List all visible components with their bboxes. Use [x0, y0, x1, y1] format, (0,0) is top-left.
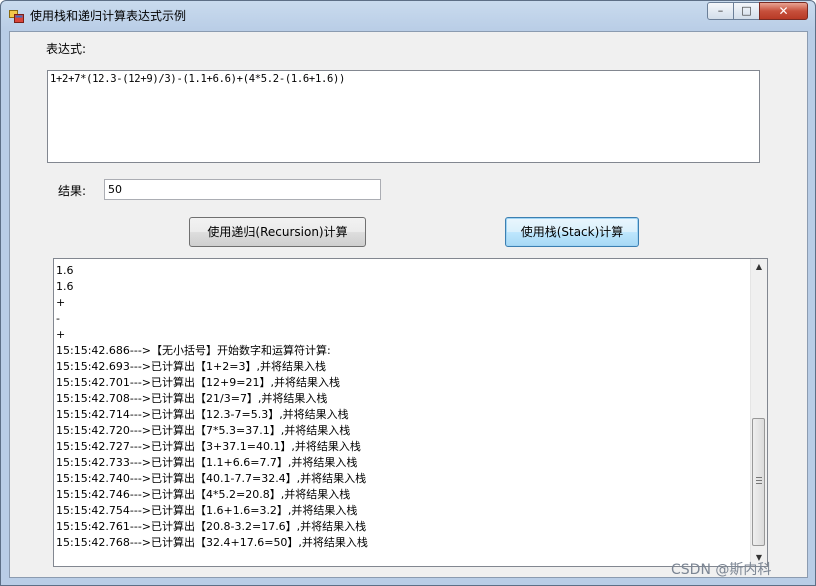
scroll-up-arrow-icon[interactable]: ▲	[751, 259, 767, 275]
log-line: 1.6	[56, 280, 74, 293]
log-line: 15:15:42.740--->已计算出【40.1-7.7=32.4】,并将结果…	[56, 472, 367, 485]
expression-label: 表达式:	[46, 42, 87, 56]
minimize-button[interactable]: –	[707, 2, 734, 20]
close-icon: ✕	[778, 4, 789, 18]
maximize-button[interactable]: □	[733, 2, 760, 20]
csdn-watermark: CSDN @斯内科	[671, 562, 772, 578]
log-line: 15:15:42.701--->已计算出【12+9=21】,并将结果入栈	[56, 376, 340, 389]
title-bar[interactable]: 使用栈和递归计算表达式示例 – □ ✕	[1, 1, 815, 29]
log-line: 15:15:42.746--->已计算出【4*5.2=20.8】,并将结果入栈	[56, 488, 351, 501]
log-line: 15:15:42.720--->已计算出【7*5.3=37.1】,并将结果入栈	[56, 424, 351, 437]
minimize-icon: –	[717, 4, 724, 17]
log-line: 15:15:42.754--->已计算出【1.6+1.6=3.2】,并将结果入栈	[56, 504, 358, 517]
result-textbox[interactable]: 50	[104, 179, 381, 200]
close-button[interactable]: ✕	[759, 2, 808, 20]
window-title: 使用栈和递归计算表达式示例	[30, 9, 187, 23]
app-window: 使用栈和递归计算表达式示例 – □ ✕ 表达式: 1+2+7*(12.3-(12…	[0, 0, 816, 586]
log-line: 15:15:42.761--->已计算出【20.8-3.2=17.6】,并将结果…	[56, 520, 367, 533]
grip-icon	[756, 477, 762, 484]
scrollbar-thumb[interactable]	[752, 418, 765, 546]
log-line: 1.6	[56, 264, 74, 277]
log-line: 15:15:42.714--->已计算出【12.3-7=5.3】,并将结果入栈	[56, 408, 349, 421]
recursion-calculate-button[interactable]: 使用递归(Recursion)计算	[189, 217, 366, 247]
result-label: 结果:	[58, 184, 87, 198]
expression-text: 1+2+7*(12.3-(12+9)/3)-(1.1+6.6)+(4*5.2-(…	[50, 73, 346, 85]
log-line: +	[56, 328, 66, 341]
log-lines: 1.6 1.6 + - +15:15:42.686--->【无小括号】开始数字和运算符计…	[56, 263, 746, 551]
log-line: -	[56, 312, 60, 325]
stack-calculate-button[interactable]: 使用栈(Stack)计算	[505, 217, 639, 247]
log-line: 15:15:42.708--->已计算出【21/3=7】,并将结果入栈	[56, 392, 328, 405]
log-line: 15:15:42.768--->已计算出【32.4+17.6=50】,并将结果入…	[56, 536, 368, 549]
log-line: 15:15:42.727--->已计算出【3+37.1=40.1】,并将结果入栈	[56, 440, 361, 453]
app-icon	[9, 8, 24, 23]
form-client-area: 表达式: 1+2+7*(12.3-(12+9)/3)-(1.1+6.6)+(4*…	[9, 31, 808, 578]
log-line: +	[56, 296, 66, 309]
log-textbox[interactable]: 1.6 1.6 + - +15:15:42.686--->【无小括号】开始数字和运算符计…	[53, 258, 768, 567]
log-scrollbar[interactable]: ▲ ▼	[750, 259, 767, 566]
log-line: 15:15:42.693--->已计算出【1+2=3】,并将结果入栈	[56, 360, 326, 373]
log-line: 15:15:42.733--->已计算出【1.1+6.6=7.7】,并将结果入栈	[56, 456, 358, 469]
log-line: 15:15:42.686--->【无小括号】开始数字和运算符计算:	[56, 344, 331, 357]
expression-textbox[interactable]: 1+2+7*(12.3-(12+9)/3)-(1.1+6.6)+(4*5.2-(…	[47, 70, 760, 163]
maximize-icon: □	[741, 4, 752, 17]
